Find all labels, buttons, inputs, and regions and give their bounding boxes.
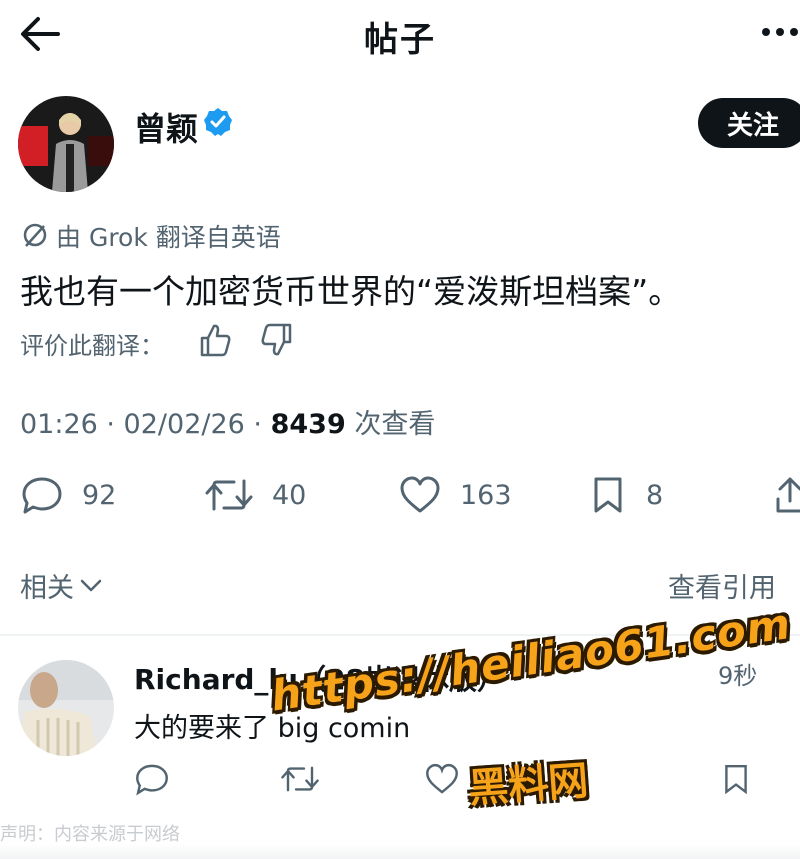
share-icon [776, 477, 800, 513]
bookmark-icon [594, 477, 622, 513]
grok-translate-icon [22, 222, 48, 248]
bookmark-count: 8 [646, 479, 664, 511]
related-dropdown[interactable]: 相关 [20, 566, 102, 605]
thumbs-down-icon[interactable] [256, 322, 296, 358]
rate-translation-label: 评价此翻译： [20, 332, 164, 360]
translation-note: 由 Grok 翻译自英语 [56, 223, 281, 252]
watermark-name: 黑料网 [466, 757, 590, 813]
view-count: 8439 [270, 409, 346, 440]
chevron-down-icon [80, 579, 102, 591]
like-count: 163 [460, 479, 512, 511]
thumbs-up-icon[interactable] [196, 322, 236, 358]
post-time: 01:26 · 02/02/26 · [20, 409, 271, 440]
reply-text: 大的要来了 big comin [134, 713, 411, 744]
heart-icon [400, 476, 440, 513]
post-meta: 01:26 · 02/02/26 · 8439 次查看 [20, 402, 435, 441]
retweet-count: 40 [272, 479, 307, 511]
reply-reply-button[interactable] [134, 762, 174, 798]
reply-icon [136, 764, 168, 796]
view-quotes-link[interactable]: 查看引用 [668, 566, 776, 605]
reply-retweet-button[interactable] [280, 762, 320, 798]
share-action[interactable] [774, 472, 800, 518]
disclaimer-text: 声明：内容来源于网络 [0, 824, 180, 845]
reply-action[interactable]: 92 [20, 472, 116, 518]
reply-bookmark-button[interactable] [720, 762, 760, 798]
reply-avatar[interactable] [18, 660, 114, 756]
follow-button[interactable]: 关注 [698, 98, 800, 148]
like-action[interactable]: 163 [398, 472, 512, 518]
related-label: 相关 [20, 573, 74, 604]
post-text: 我也有一个加密货币世界的“爱泼斯坦档案”。 [20, 272, 682, 311]
bookmark-action[interactable]: 8 [588, 472, 663, 518]
reply-author-photo [18, 660, 114, 756]
verified-badge-icon [202, 106, 234, 138]
next-item-peek [0, 844, 800, 859]
reply-icon [22, 477, 62, 514]
retweet-icon [205, 479, 253, 511]
author-photo [18, 96, 114, 192]
retweet-icon [281, 766, 319, 792]
page-title: 帖子 [364, 20, 436, 60]
retweet-action[interactable]: 40 [204, 472, 306, 518]
more-horizontal-icon [762, 28, 798, 36]
reply-time: 9秒 [718, 662, 758, 690]
bookmark-icon [725, 765, 747, 795]
more-button[interactable] [752, 20, 800, 44]
author-name[interactable]: 曾颖 [134, 104, 198, 150]
reply-like-button[interactable] [424, 762, 464, 798]
heart-icon [426, 763, 458, 794]
avatar[interactable] [18, 96, 114, 192]
reply-count: 92 [82, 479, 117, 511]
view-label: 次查看 [345, 409, 436, 440]
